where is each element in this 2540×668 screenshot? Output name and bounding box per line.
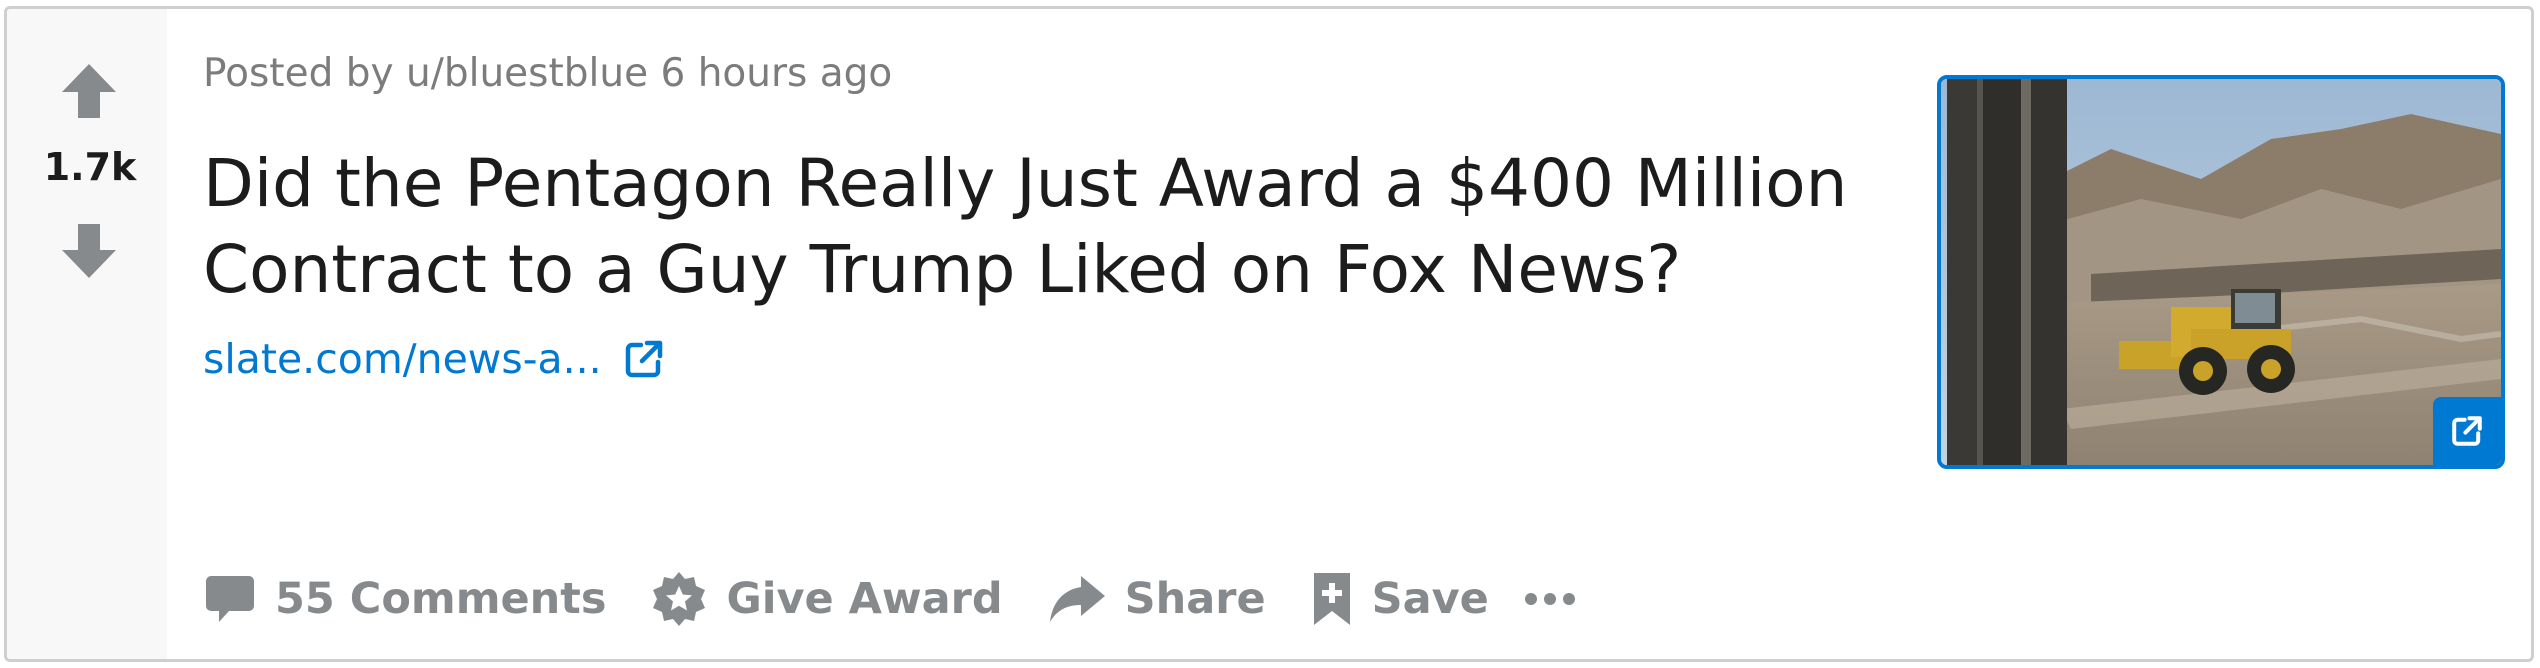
thumbnail-link-badge[interactable] [2433,397,2501,465]
more-options-button[interactable] [1524,593,1575,605]
more-dot-icon [1562,593,1575,605]
upvote-icon[interactable] [59,61,119,121]
vote-score: 1.7k [43,145,137,189]
more-dot-icon [1543,593,1556,605]
share-icon [1049,576,1105,622]
post-title[interactable]: Did the Pentagon Really Just Award a $40… [203,141,1903,313]
share-label[interactable]: Share [1125,574,1266,624]
post-link[interactable]: slate.com/news-a... [203,335,664,383]
thumbnail-image [1941,79,2501,465]
save-label[interactable]: Save [1372,574,1489,624]
external-link-icon[interactable] [624,339,664,379]
author-link[interactable]: u/bluestblue [406,51,648,96]
share-button[interactable]: Share [1047,572,1266,626]
award-icon [653,572,706,626]
save-button[interactable]: Save [1310,569,1489,629]
posted-by-label: Posted by [203,51,394,96]
external-link-icon [2452,416,2482,446]
post-time: 6 hours ago [660,51,893,96]
comments-button[interactable]: 55 Comments [203,572,606,626]
give-award-button[interactable]: Give Award [650,570,1003,628]
comments-label[interactable]: 55 Comments [275,574,606,624]
more-dot-icon [1524,593,1537,605]
vote-column: 1.7k [7,9,167,659]
comment-icon [206,576,254,622]
give-award-label[interactable]: Give Award [726,574,1002,624]
post-content: Posted by u/bluestblue 6 hours ago Did t… [203,9,1903,659]
post-card[interactable]: 1.7k Posted by u/bluestblue 6 hours ago … [4,6,2534,662]
downvote-icon[interactable] [59,221,119,281]
post-thumbnail[interactable] [1937,75,2505,469]
bookmark-icon [1313,573,1350,625]
post-link-text[interactable]: slate.com/news-a... [203,335,602,383]
post-actions: 55 Comments Give Award Share Save [203,569,1575,629]
post-meta: Posted by u/bluestblue 6 hours ago [203,51,892,96]
